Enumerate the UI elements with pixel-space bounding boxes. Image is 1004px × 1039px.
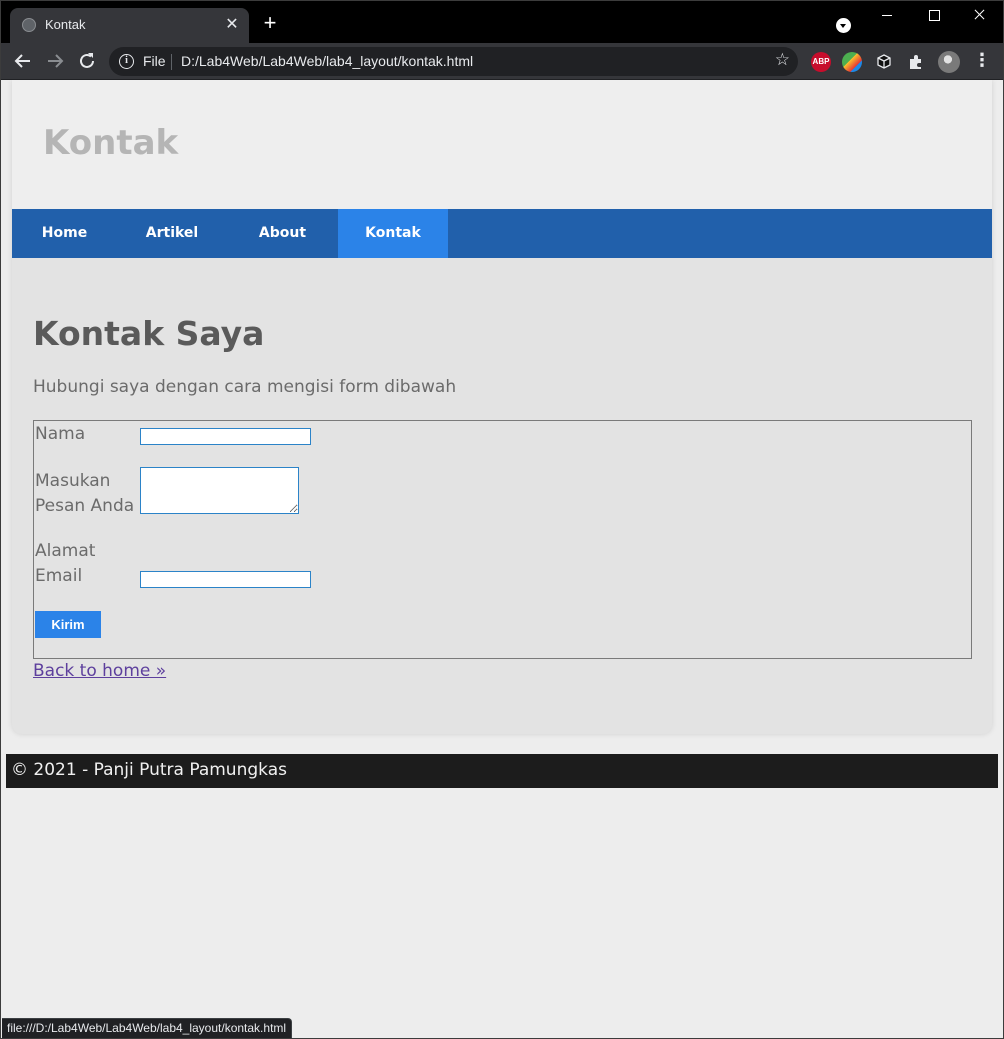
adblock-plus-icon[interactable]: ABP <box>811 52 831 72</box>
page-heading: Kontak Saya <box>33 314 265 353</box>
email-input[interactable] <box>140 571 311 588</box>
omnibox-divider <box>171 54 172 70</box>
tab-title: Kontak <box>45 17 86 32</box>
message-textarea[interactable] <box>140 467 299 514</box>
tab-search-icon[interactable] <box>836 18 851 33</box>
color-picker-icon[interactable] <box>842 52 862 72</box>
arrow-right-icon <box>48 54 64 68</box>
reload-icon <box>80 53 94 68</box>
back-to-home-link[interactable]: Back to home » <box>33 661 166 681</box>
email-label: Alamat Email <box>35 541 96 586</box>
back-button[interactable] <box>10 48 36 74</box>
cube-extension-icon[interactable] <box>874 52 894 72</box>
url-scheme: File <box>143 53 166 69</box>
url-text[interactable]: D:/Lab4Web/Lab4Web/lab4_layout/kontak.ht… <box>181 53 473 69</box>
info-icon[interactable]: i <box>119 54 134 69</box>
address-bar[interactable]: i File D:/Lab4Web/Lab4Web/lab4_layout/ko… <box>109 47 798 76</box>
name-input[interactable] <box>140 428 311 445</box>
site-nav: Home Artikel About Kontak <box>12 209 992 258</box>
close-tab-icon[interactable]: ✕ <box>223 15 241 33</box>
status-bar-url: file:///D:/Lab4Web/Lab4Web/lab4_layout/k… <box>2 1018 293 1038</box>
maximize-button[interactable] <box>910 0 956 30</box>
nav-item-artikel[interactable]: Artikel <box>117 209 227 258</box>
site-title: Kontak <box>43 123 179 163</box>
forward-button[interactable] <box>42 48 68 74</box>
message-label: Masukan Pesan Anda <box>35 471 135 516</box>
arrow-left-icon <box>14 54 30 68</box>
new-tab-button[interactable]: + <box>259 12 281 34</box>
page-container: Kontak Home Artikel About Kontak Kontak … <box>12 80 992 734</box>
globe-icon <box>22 18 36 32</box>
contact-form: Nama Masukan Pesan Anda Alamat Email Kir… <box>33 420 972 659</box>
lead-text: Hubungi saya dengan cara mengisi form di… <box>33 377 457 397</box>
minimize-button[interactable] <box>864 0 910 30</box>
reload-button[interactable] <box>74 48 100 74</box>
bookmark-star-icon[interactable]: ☆ <box>775 50 790 70</box>
browser-toolbar: i File D:/Lab4Web/Lab4Web/lab4_layout/ko… <box>0 43 1004 80</box>
name-label: Nama <box>35 424 86 444</box>
site-footer: © 2021 - Panji Putra Pamungkas <box>6 754 998 788</box>
profile-avatar[interactable] <box>938 51 960 73</box>
puzzle-extensions-icon[interactable] <box>906 52 926 72</box>
page-viewport: Kontak Home Artikel About Kontak Kontak … <box>1 80 1003 1038</box>
nav-item-about[interactable]: About <box>227 209 338 258</box>
menu-kebab-icon[interactable]: ⋮ <box>972 51 992 71</box>
close-window-button[interactable] <box>956 0 1002 30</box>
nav-item-kontak[interactable]: Kontak <box>338 209 448 258</box>
browser-titlebar: Kontak ✕ + <box>0 0 1004 43</box>
browser-tab[interactable]: Kontak ✕ <box>10 8 249 43</box>
site-header: Kontak <box>12 80 992 209</box>
footer-copyright: © 2021 - Panji Putra Pamungkas <box>11 760 287 780</box>
nav-item-home[interactable]: Home <box>12 209 117 258</box>
submit-button[interactable]: Kirim <box>35 611 101 638</box>
